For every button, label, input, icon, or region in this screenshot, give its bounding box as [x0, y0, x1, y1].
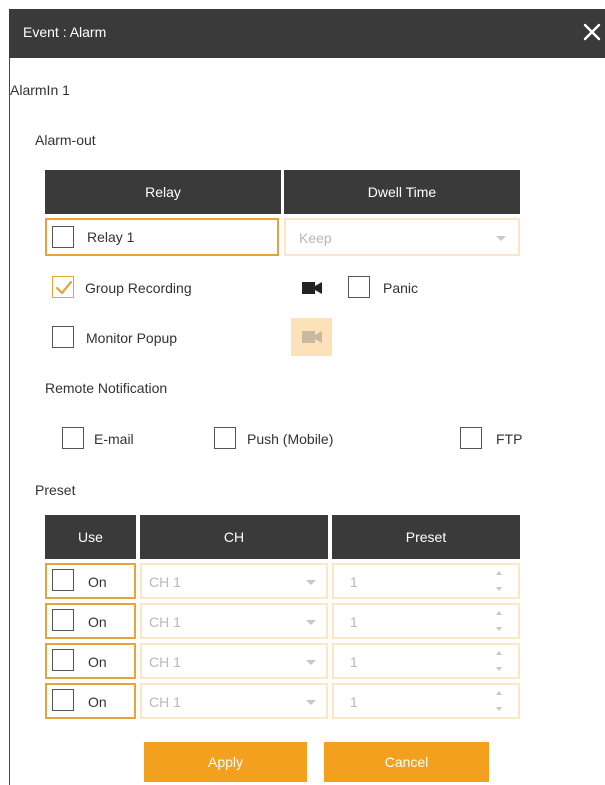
preset-use-checkbox[interactable]: [52, 689, 74, 711]
preset-number-spinner[interactable]: 1: [332, 643, 520, 679]
preset-number-value: 1: [350, 614, 358, 630]
preset-use-checkbox[interactable]: [52, 609, 74, 631]
group-recording-label: Group Recording: [85, 280, 192, 296]
monitor-popup-checkbox[interactable]: [52, 326, 74, 348]
chevron-down-icon: [306, 580, 316, 585]
preset-number-value: 1: [350, 654, 358, 670]
cancel-button[interactable]: Cancel: [324, 742, 489, 782]
dwell-time-select[interactable]: Keep: [284, 218, 520, 256]
spin-up-icon[interactable]: [496, 571, 502, 575]
use-column-header: Use: [45, 515, 136, 559]
dwell-header-text: Dwell Time: [367, 184, 437, 200]
preset-number-spinner[interactable]: 1: [332, 603, 520, 639]
dialog-title: Event : Alarm: [23, 24, 107, 40]
preset-ch-select[interactable]: CH 1: [140, 643, 328, 679]
popup-camera-button[interactable]: [291, 318, 332, 356]
dialog-border: [9, 58, 10, 785]
camera-icon: [302, 281, 322, 300]
cancel-button-label: Cancel: [384, 754, 429, 770]
dwell-time-column-header: Dwell Time: [284, 170, 520, 214]
preset-column-header: Preset: [332, 515, 520, 559]
ftp-checkbox[interactable]: [460, 427, 482, 449]
email-checkbox[interactable]: [62, 427, 84, 449]
spin-down-icon[interactable]: [496, 707, 502, 711]
relay-cell: [45, 218, 279, 256]
preset-ch-value: CH 1: [149, 614, 181, 630]
spin-down-icon[interactable]: [496, 627, 502, 631]
spin-up-icon[interactable]: [496, 651, 502, 655]
chevron-down-icon: [496, 236, 506, 241]
apply-button-label: Apply: [207, 754, 244, 770]
preset-ch-value: CH 1: [149, 574, 181, 590]
group-recording-checkbox[interactable]: [52, 276, 74, 298]
relay-1-label: Relay 1: [87, 229, 135, 245]
dwell-time-value: Keep: [299, 230, 332, 246]
preset-number-value: 1: [350, 574, 358, 590]
preset-number-spinner[interactable]: 1: [332, 683, 520, 719]
monitor-popup-label: Monitor Popup: [86, 330, 178, 346]
preset-use-label: On: [88, 614, 107, 630]
event-alarm-dialog: Event : Alarm AlarmIn 1 Alarm-out Relay …: [0, 0, 605, 785]
use-header-text: Use: [78, 529, 103, 545]
relay-column-header: Relay: [45, 170, 281, 214]
spin-down-icon[interactable]: [496, 667, 502, 671]
close-icon[interactable]: [579, 19, 605, 45]
chevron-down-icon: [306, 700, 316, 705]
spin-down-icon[interactable]: [496, 587, 502, 591]
preset-ch-value: CH 1: [149, 694, 181, 710]
preset-ch-select[interactable]: CH 1: [140, 563, 328, 599]
ch-column-header: CH: [140, 515, 328, 559]
preset-use-label: On: [88, 694, 107, 710]
relay-header-text: Relay: [145, 184, 181, 200]
chevron-down-icon: [306, 620, 316, 625]
preset-ch-select[interactable]: CH 1: [140, 603, 328, 639]
ftp-label: FTP: [496, 431, 523, 447]
apply-button[interactable]: Apply: [144, 742, 307, 782]
title-bar: Event : Alarm: [9, 9, 605, 58]
preset-ch-select[interactable]: CH 1: [140, 683, 328, 719]
preset-use-label: On: [88, 574, 107, 590]
push-mobile-checkbox[interactable]: [214, 427, 236, 449]
preset-ch-value: CH 1: [149, 654, 181, 670]
chevron-down-icon: [306, 660, 316, 665]
relay-1-checkbox[interactable]: [52, 226, 74, 248]
preset-label: Preset: [35, 482, 76, 498]
preset-use-checkbox[interactable]: [52, 569, 74, 591]
preset-number-value: 1: [350, 694, 358, 710]
preset-use-checkbox[interactable]: [52, 649, 74, 671]
push-mobile-label: Push (Mobile): [247, 431, 334, 447]
ch-header-text: CH: [223, 529, 245, 545]
spin-up-icon[interactable]: [496, 611, 502, 615]
spin-up-icon[interactable]: [496, 691, 502, 695]
email-label: E-mail: [94, 431, 134, 447]
panic-checkbox[interactable]: [348, 276, 370, 298]
preset-header-text: Preset: [405, 529, 447, 545]
alarm-in-label: AlarmIn 1: [10, 82, 70, 98]
remote-notification-label: Remote Notification: [45, 380, 168, 396]
preset-use-label: On: [88, 654, 107, 670]
preset-number-spinner[interactable]: 1: [332, 563, 520, 599]
panic-label: Panic: [383, 280, 419, 296]
alarm-out-label: Alarm-out: [35, 132, 96, 148]
